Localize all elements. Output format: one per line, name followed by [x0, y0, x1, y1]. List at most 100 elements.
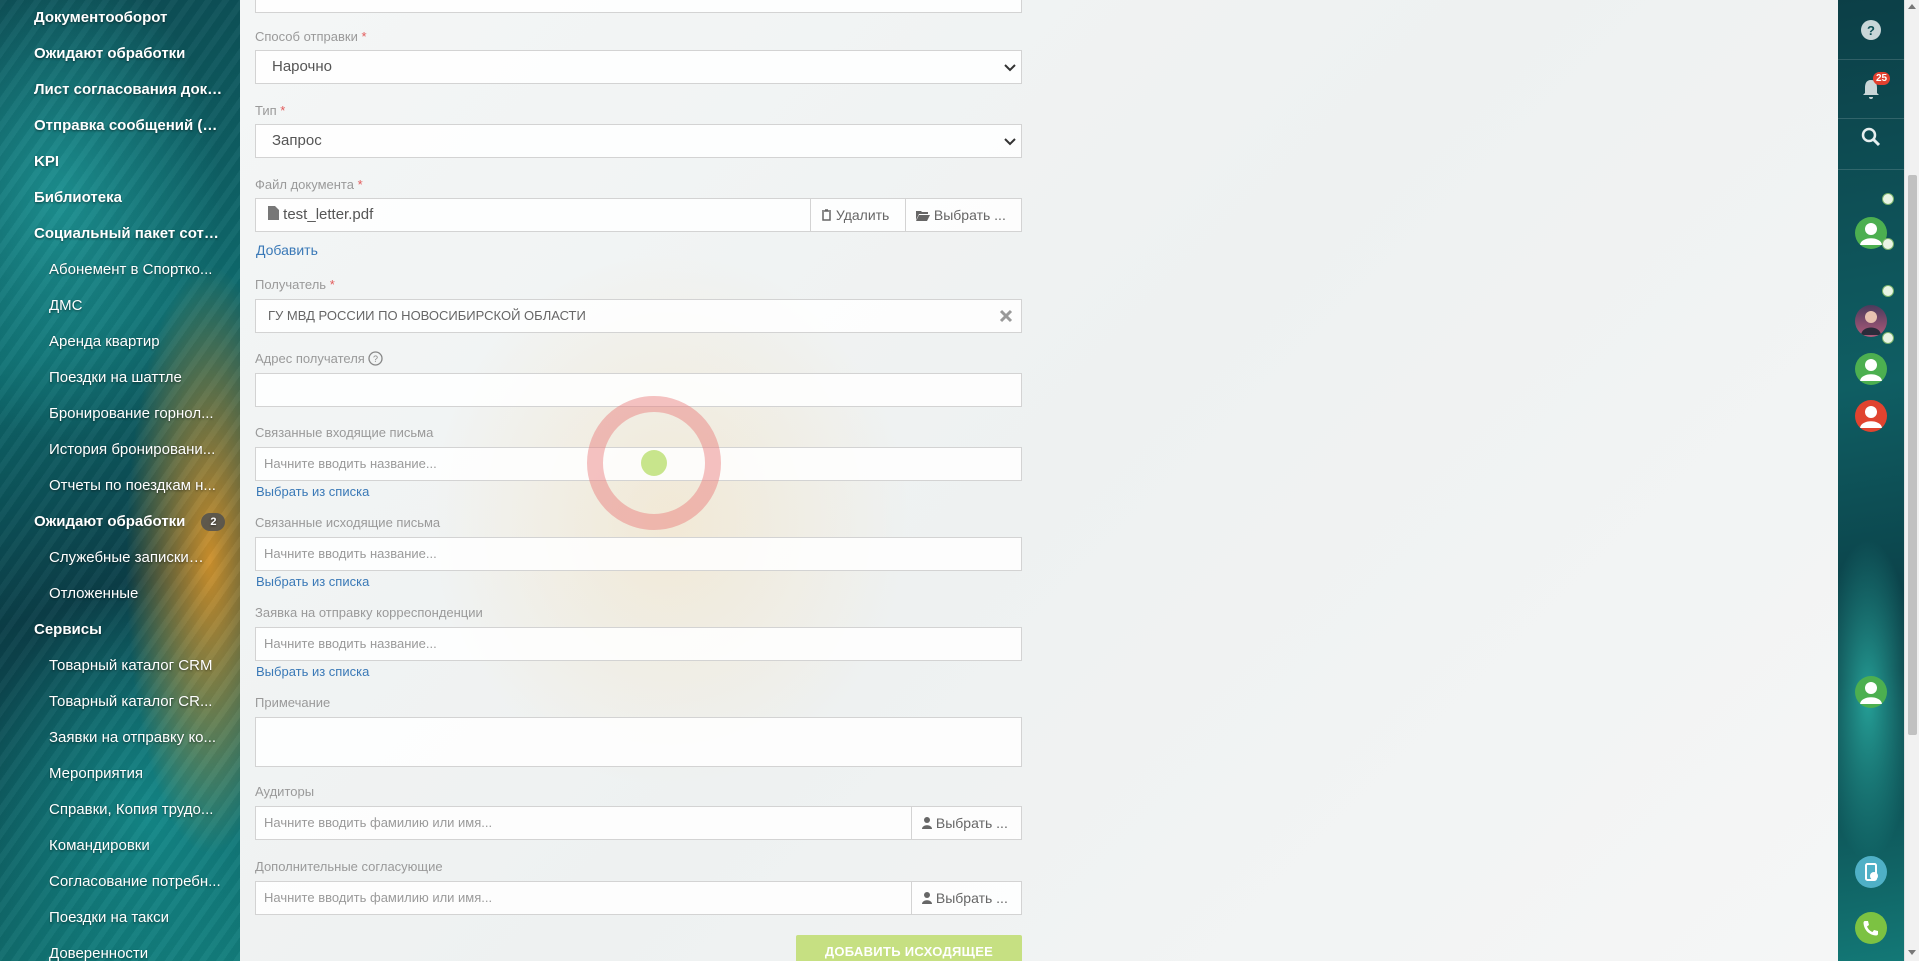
auditors-choose-button[interactable]: Выбрать ...	[911, 807, 1023, 839]
trash-icon	[822, 209, 831, 221]
call-button[interactable]	[1855, 912, 1887, 944]
sidebar-item[interactable]: Справки, Копия трудо...	[0, 792, 240, 828]
scroll-down-arrow-icon[interactable]	[1908, 950, 1916, 955]
help-circle-icon[interactable]: ?	[368, 351, 384, 366]
type-select[interactable]: Запрос	[255, 124, 1022, 158]
sidebar-item[interactable]: Абонемент в Спортко...	[0, 252, 240, 288]
file-label: Файл документа *	[255, 177, 363, 192]
avatar-photo[interactable]	[1855, 305, 1887, 337]
sidebar-item[interactable]: ДМС	[0, 288, 240, 324]
user-icon	[1860, 406, 1882, 428]
file-icon	[268, 206, 279, 220]
sidebar-item-label: Абонемент в Спортко...	[49, 261, 213, 278]
scrollbar-thumb[interactable]	[1908, 175, 1917, 735]
linked-outgoing-input[interactable]: Начните вводить название...	[255, 537, 1022, 571]
sidebar-item-label: Лист согласования доку...	[34, 81, 224, 98]
sidebar-item[interactable]: Поездки на шаттле	[0, 360, 240, 396]
sidebar-item-label: История бронировани...	[49, 441, 216, 458]
add-file-link[interactable]: Добавить	[256, 242, 318, 258]
choose-file-button[interactable]: Выбрать ...	[905, 199, 1023, 231]
sidebar-item-label: Товарный каталог CRM	[49, 657, 213, 674]
sidebar-item-label: Отчеты по поездкам н...	[49, 477, 216, 494]
sidebar-item[interactable]: Поездки на такси	[0, 900, 240, 936]
extra-approvers-input[interactable]: Начните вводить фамилию или имя...	[264, 882, 492, 914]
correspondence-request-choose-link[interactable]: Выбрать из списка	[256, 664, 369, 679]
sidebar-item-label: Ожидают обработки	[34, 513, 186, 530]
add-outgoing-letter-button[interactable]: ДОБАВИТЬ ИСХОДЯЩЕЕ ПИСЬМО	[796, 935, 1022, 961]
sidebar-item-label: Отложенные	[49, 585, 139, 602]
sidebar-item[interactable]: Лист согласования доку...	[0, 72, 240, 108]
mobile-icon	[1865, 863, 1878, 881]
mobile-app-button[interactable]	[1855, 856, 1887, 888]
help-icon[interactable]: ?	[1856, 15, 1886, 45]
clear-icon[interactable]	[999, 309, 1013, 323]
sidebar-item[interactable]: Служебные записки 2	[0, 540, 240, 576]
note-label: Примечание	[255, 695, 331, 710]
sidebar-item[interactable]: Ожидают обработки 2	[0, 504, 240, 540]
sidebar-item-label: Социальный пакет сотру...	[34, 225, 224, 242]
person-photo-icon	[1861, 311, 1881, 335]
linked-incoming-choose-link[interactable]: Выбрать из списка	[256, 484, 369, 499]
svg-text:?: ?	[373, 354, 378, 364]
search-icon[interactable]	[1856, 122, 1886, 152]
user-icon	[1860, 682, 1882, 704]
scroll-up-arrow-icon[interactable]	[1908, 4, 1916, 9]
sidebar-item[interactable]: Согласование потребн...	[0, 864, 240, 900]
sidebar-item-label: Справки, Копия трудо...	[49, 801, 214, 818]
extra-approvers-choose-button[interactable]: Выбрать ...	[911, 882, 1023, 914]
status-icon	[1882, 332, 1894, 344]
sidebar-item-label: Поездки на шаттле	[49, 369, 182, 386]
auditors-label: Аудиторы	[255, 784, 315, 799]
file-name: test_letter.pdf	[268, 199, 373, 231]
sidebar-item[interactable]: Документооборот	[0, 0, 240, 36]
sidebar-item[interactable]: Социальный пакет сотру...	[0, 216, 240, 252]
previous-field-input[interactable]	[255, 0, 1022, 13]
correspondence-request-label: Заявка на отправку корреспонденции	[255, 605, 483, 620]
linked-outgoing-choose-link[interactable]: Выбрать из списка	[256, 574, 369, 589]
sidebar-item-label: Библиотека	[34, 189, 122, 206]
correspondence-request-input[interactable]: Начните вводить название...	[255, 627, 1022, 661]
send-method-select[interactable]: Нарочно	[255, 50, 1022, 84]
avatar[interactable]	[1855, 400, 1887, 432]
folder-open-icon	[916, 211, 930, 221]
sidebar-item-label: Товарный каталог CR...	[49, 693, 213, 710]
sidebar-item[interactable]: Бронирование горнол...	[0, 396, 240, 432]
sidebar-item[interactable]: Отчеты по поездкам н...	[0, 468, 240, 504]
sidebar-item[interactable]: Сервисы	[0, 612, 240, 648]
avatar[interactable]	[1855, 676, 1887, 708]
user-icon	[922, 817, 932, 829]
sidebar-item[interactable]: Аренда квартир	[0, 324, 240, 360]
sidebar-item[interactable]: Доверенности	[0, 936, 240, 961]
left-sidebar: Документооборот Ожидают обработки Лист сог…	[0, 0, 240, 961]
sidebar-nav: Документооборот Ожидают обработки Лист сог…	[0, 0, 240, 961]
page-scrollbar[interactable]	[1904, 0, 1919, 961]
linked-outgoing-label: Связанные исходящие письма	[255, 515, 441, 530]
sidebar-item[interactable]: Отправка сообщений (С...	[0, 108, 240, 144]
sidebar-item[interactable]: Ожидают обработки	[0, 36, 240, 72]
phone-icon	[1863, 921, 1878, 936]
recipient-address-label: Адрес получателя ?	[255, 351, 384, 366]
sidebar-item[interactable]: Отложенные	[0, 576, 240, 612]
recipient-field[interactable]: ГУ МВД РОССИИ ПО НОВОСИБИРСКОЙ ОБЛАСТИ	[255, 299, 1022, 333]
user-icon	[922, 892, 932, 904]
sidebar-item[interactable]: История бронировани...	[0, 432, 240, 468]
note-textarea[interactable]	[255, 717, 1022, 767]
auditors-input[interactable]: Начните вводить фамилию или имя...	[264, 807, 492, 839]
sidebar-item[interactable]: Заявки на отправку ко...	[0, 720, 240, 756]
file-field: test_letter.pdf Удалить Выбрать ...	[255, 198, 1022, 232]
sidebar-item[interactable]: Командировки	[0, 828, 240, 864]
sidebar-item[interactable]: Товарный каталог CRM	[0, 648, 240, 684]
sidebar-item-label: KPI	[34, 153, 60, 170]
sidebar-item[interactable]: Мероприятия	[0, 756, 240, 792]
status-icon	[1882, 238, 1894, 250]
chevron-down-icon	[1004, 64, 1016, 72]
sidebar-item[interactable]: KPI	[0, 144, 240, 180]
sidebar-item[interactable]: Товарный каталог CR...	[0, 684, 240, 720]
send-method-label: Способ отправки *	[255, 29, 367, 44]
sidebar-item[interactable]: Библиотека	[0, 180, 240, 216]
right-rail: ? 25	[1838, 0, 1904, 961]
avatar[interactable]	[1855, 353, 1887, 385]
sidebar-item-label: Поездки на такси	[49, 909, 169, 926]
delete-file-button[interactable]: Удалить	[810, 199, 905, 231]
sidebar-item-label: Согласование потребн...	[49, 873, 221, 890]
